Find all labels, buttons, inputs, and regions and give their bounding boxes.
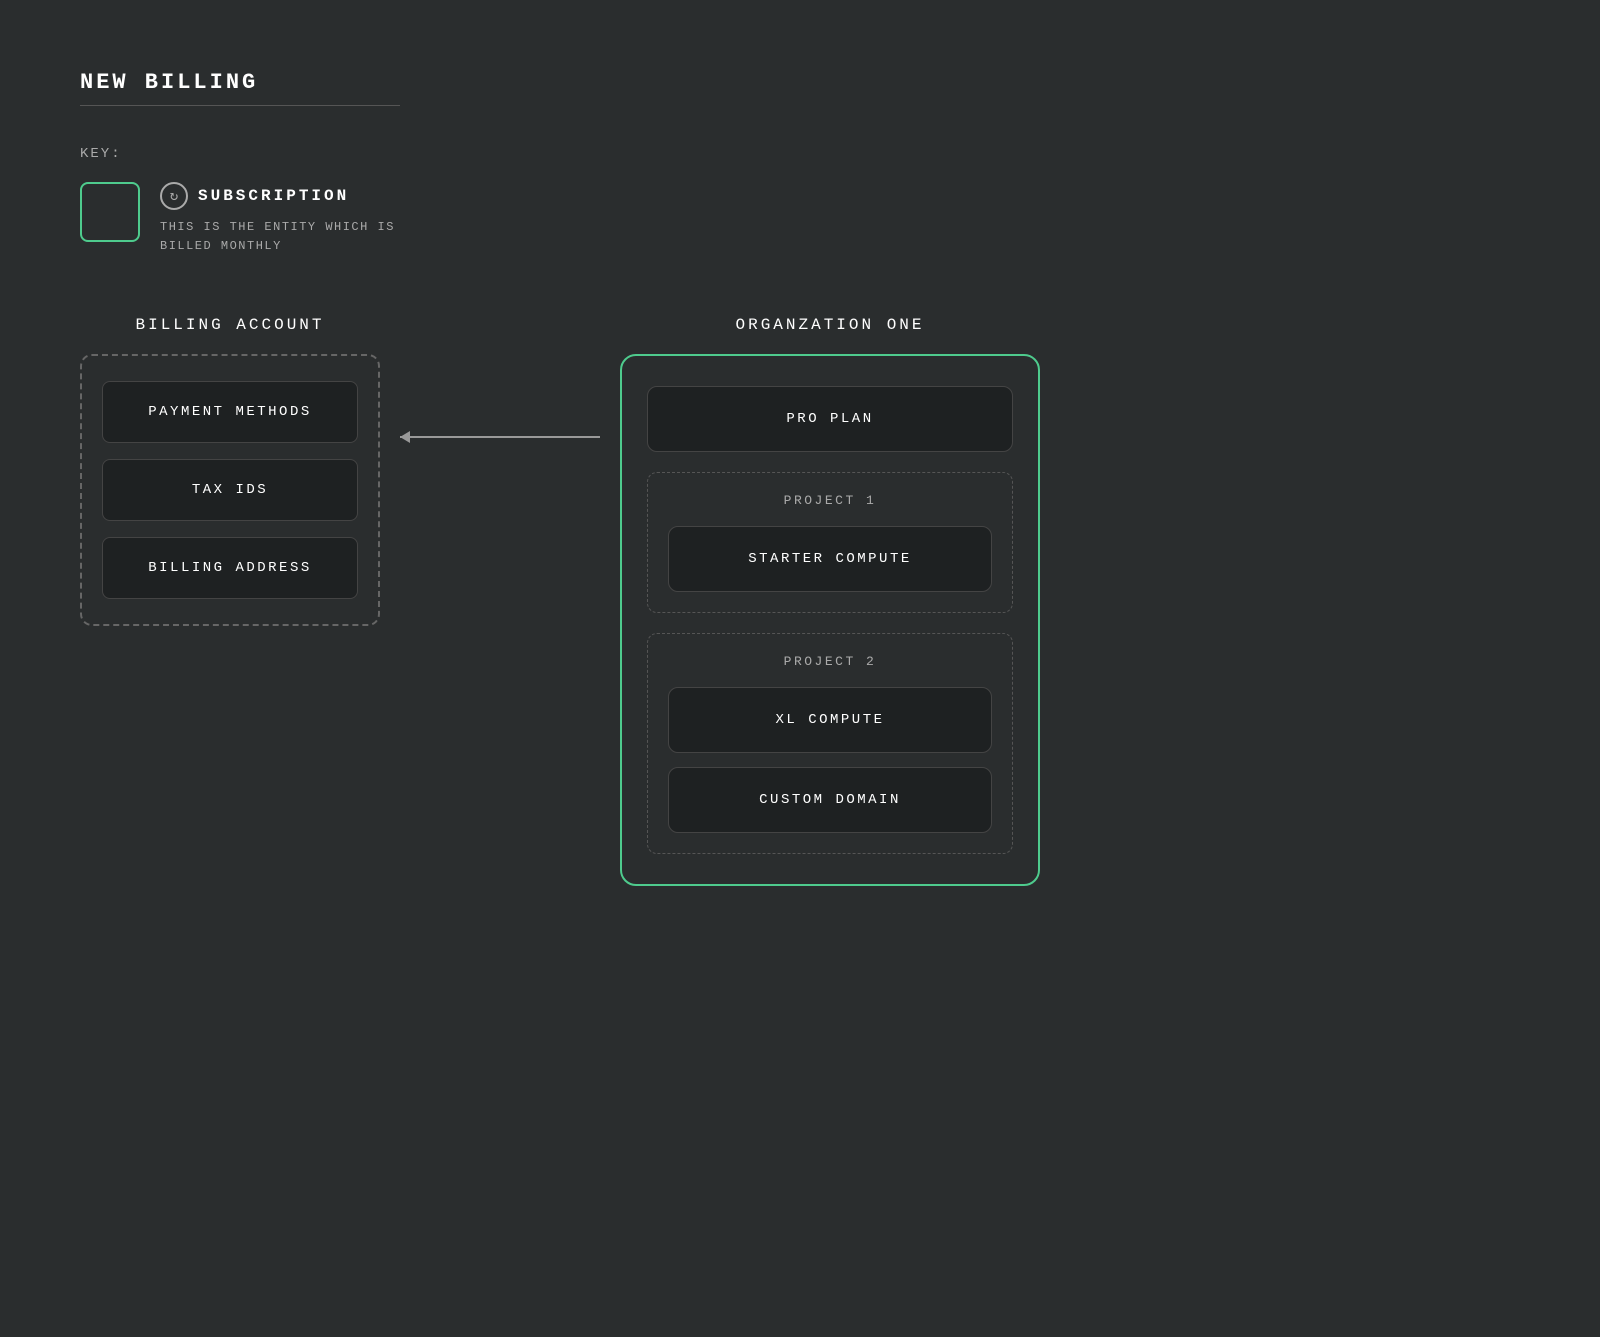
subscription-icon: ↻ <box>160 182 188 210</box>
page-title: NEW BILLING <box>80 70 1520 95</box>
billing-account-title: BILLING ACCOUNT <box>135 316 324 334</box>
arrow-line <box>400 436 600 438</box>
xl-compute-button[interactable]: XL COMPUTE <box>668 687 992 753</box>
project-1-section: PROJECT 1 STARTER COMPUTE <box>647 472 1013 613</box>
key-info: ↻ SUBSCRIPTION THIS IS THE ENTITY WHICH … <box>160 182 395 256</box>
title-divider <box>80 105 400 106</box>
project-2-section: PROJECT 2 XL COMPUTE CUSTOM DOMAIN <box>647 633 1013 854</box>
subscription-description: THIS IS THE ENTITY WHICH ISBILLED MONTHL… <box>160 218 395 256</box>
key-row: ↻ SUBSCRIPTION THIS IS THE ENTITY WHICH … <box>80 182 1520 256</box>
tax-ids-button[interactable]: TAX IDS <box>102 459 358 521</box>
key-box-icon <box>80 182 140 242</box>
org-title: ORGANZATION ONE <box>735 316 924 334</box>
payment-methods-button[interactable]: PAYMENT METHODS <box>102 381 358 443</box>
starter-compute-button[interactable]: STARTER COMPUTE <box>668 526 992 592</box>
diagram-area: BILLING ACCOUNT PAYMENT METHODS TAX IDS … <box>80 316 1520 886</box>
billing-account-section: BILLING ACCOUNT PAYMENT METHODS TAX IDS … <box>80 316 380 626</box>
project-2-label: PROJECT 2 <box>668 654 992 669</box>
subscription-title: SUBSCRIPTION <box>198 187 349 205</box>
billing-account-box: PAYMENT METHODS TAX IDS BILLING ADDRESS <box>80 354 380 626</box>
billing-address-button[interactable]: BILLING ADDRESS <box>102 537 358 599</box>
arrow-container <box>400 436 600 438</box>
key-label: KEY: <box>80 146 1520 162</box>
custom-domain-button[interactable]: CUSTOM DOMAIN <box>668 767 992 833</box>
subscription-row: ↻ SUBSCRIPTION <box>160 182 395 210</box>
org-section: ORGANZATION ONE PRO PLAN PROJECT 1 START… <box>620 316 1040 886</box>
pro-plan-button[interactable]: PRO PLAN <box>647 386 1013 452</box>
page-container: NEW BILLING KEY: ↻ SUBSCRIPTION THIS IS … <box>0 0 1600 1337</box>
project-1-label: PROJECT 1 <box>668 493 992 508</box>
org-box: PRO PLAN PROJECT 1 STARTER COMPUTE PROJE… <box>620 354 1040 886</box>
